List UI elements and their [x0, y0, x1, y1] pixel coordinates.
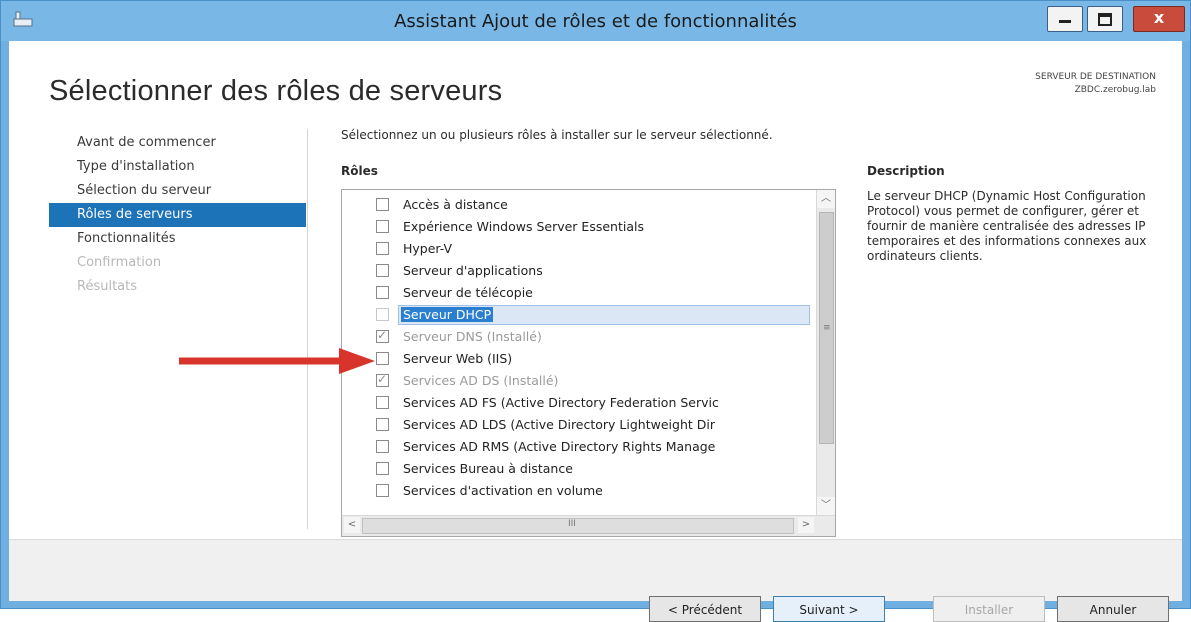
role-label: Accès à distance [403, 197, 508, 212]
role-checkbox[interactable] [376, 396, 389, 409]
role-label: Services AD RMS (Active Directory Rights… [403, 439, 716, 454]
destination-label: SERVEUR DE DESTINATION [1035, 72, 1156, 82]
install-button: Installer [933, 596, 1045, 622]
role-label: Serveur d'applications [403, 263, 543, 278]
role-item[interactable]: Expérience Windows Server Essentials [342, 216, 816, 238]
red-arrow-icon [179, 348, 375, 374]
role-checkbox[interactable] [376, 242, 389, 255]
description-header: Description [867, 164, 945, 178]
role-checkbox[interactable] [376, 220, 389, 233]
role-checkbox[interactable] [376, 286, 389, 299]
scroll-left-icon[interactable]: < [344, 517, 360, 533]
role-item: Serveur DNS (Installé) [342, 326, 816, 348]
role-checkbox[interactable] [376, 440, 389, 453]
role-label: Serveur DNS (Installé) [403, 329, 542, 344]
page-title: Sélectionner des rôles de serveurs [49, 75, 503, 107]
nav-item-confirmation: Confirmation [77, 255, 162, 270]
roles-list[interactable]: Accès à distance Expérience Windows Serve… [341, 189, 836, 537]
scroll-up-icon[interactable]: ︿ [817, 190, 835, 208]
role-item[interactable]: Serveur de télécopie [342, 282, 816, 304]
role-item[interactable]: Serveur DHCP [342, 304, 816, 326]
minimize-icon[interactable] [1047, 6, 1083, 32]
role-checkbox[interactable] [376, 198, 389, 211]
role-label: Services d'activation en volume [403, 483, 603, 498]
role-item[interactable]: Services d'activation en volume [342, 480, 816, 502]
title-bar[interactable]: Assistant Ajout de rôles et de fonctionn… [1, 1, 1190, 41]
role-checkbox[interactable] [376, 484, 389, 497]
horizontal-scrollbar[interactable]: < III > [342, 515, 835, 536]
nav-item-selection-serveur[interactable]: Sélection du serveur [49, 179, 306, 203]
wizard-window: Assistant Ajout de rôles et de fonctionn… [0, 0, 1191, 622]
wizard-content: Sélectionner des rôles de serveurs SERVE… [9, 41, 1182, 622]
scroll-right-icon[interactable]: > [798, 517, 814, 533]
role-checkbox[interactable] [376, 418, 389, 431]
role-item[interactable]: Services AD LDS (Active Directory Lightw… [342, 414, 816, 436]
role-label: Services AD LDS (Active Directory Lightw… [403, 417, 715, 432]
role-item[interactable]: Serveur d'applications [342, 260, 816, 282]
vertical-scroll-thumb[interactable]: ≡ [819, 212, 834, 444]
maximize-icon[interactable] [1087, 6, 1123, 32]
role-checkbox [376, 328, 389, 343]
description-text: Le serveur DHCP (Dynamic Host Configurat… [867, 189, 1147, 263]
role-label: Serveur DHCP [401, 307, 494, 322]
role-checkbox[interactable] [376, 264, 389, 277]
role-item[interactable]: Services AD RMS (Active Directory Rights… [342, 436, 816, 458]
horizontal-scroll-thumb[interactable]: III [362, 518, 794, 534]
role-label: Services AD FS (Active Directory Federat… [403, 395, 719, 410]
cancel-button[interactable]: Annuler [1057, 596, 1169, 622]
role-item[interactable]: Services Bureau à distance [342, 458, 816, 480]
nav-item-type-installation[interactable]: Type d'installation [49, 155, 306, 179]
window-title: Assistant Ajout de rôles et de fonctionn… [394, 11, 797, 32]
scroll-down-icon[interactable]: ﹀ [817, 497, 835, 515]
role-label: Services Bureau à distance [403, 461, 573, 476]
horizontal-grip-icon: III [568, 519, 576, 529]
role-checkbox[interactable] [376, 308, 389, 321]
role-label: Hyper-V [403, 241, 453, 256]
role-item: Services AD DS (Installé) [342, 370, 816, 392]
nav-item-roles-serveurs[interactable]: Rôles de serveurs [49, 203, 306, 227]
role-label: Serveur de télécopie [403, 285, 533, 300]
role-item[interactable]: Serveur Web (IIS) [342, 348, 816, 370]
role-label: Expérience Windows Server Essentials [403, 219, 644, 234]
role-label: Services AD DS (Installé) [403, 373, 559, 388]
nav-item-resultats: Résultats [77, 279, 138, 294]
close-icon[interactable] [1133, 6, 1185, 32]
next-button[interactable]: Suivant > [773, 596, 885, 622]
destination-server-name: ZBDC.zerobug.lab [1074, 85, 1156, 95]
role-item[interactable]: Services AD FS (Active Directory Federat… [342, 392, 816, 414]
roles-list-items: Accès à distance Expérience Windows Serve… [342, 194, 816, 502]
instructions-text: Sélectionnez un ou plusieurs rôles à ins… [341, 128, 773, 142]
previous-button[interactable]: < Précédent [649, 596, 761, 622]
nav-item-avant-de-commencer[interactable]: Avant de commencer [49, 131, 306, 155]
roles-header: Rôles [341, 164, 378, 178]
wizard-footer [9, 539, 1182, 601]
vertical-grip-icon: ≡ [823, 323, 831, 333]
role-item[interactable]: Hyper-V [342, 238, 816, 260]
destination-server: SERVEUR DE DESTINATION ZBDC.zerobug.lab [1035, 71, 1156, 97]
nav-item-fonctionnalites[interactable]: Fonctionnalités [49, 227, 306, 251]
role-checkbox[interactable] [376, 462, 389, 475]
role-label: Serveur Web (IIS) [403, 351, 513, 366]
role-item[interactable]: Accès à distance [342, 194, 816, 216]
nav-divider [307, 129, 308, 529]
vertical-scrollbar[interactable]: ︿ ≡ ﹀ [816, 190, 835, 515]
